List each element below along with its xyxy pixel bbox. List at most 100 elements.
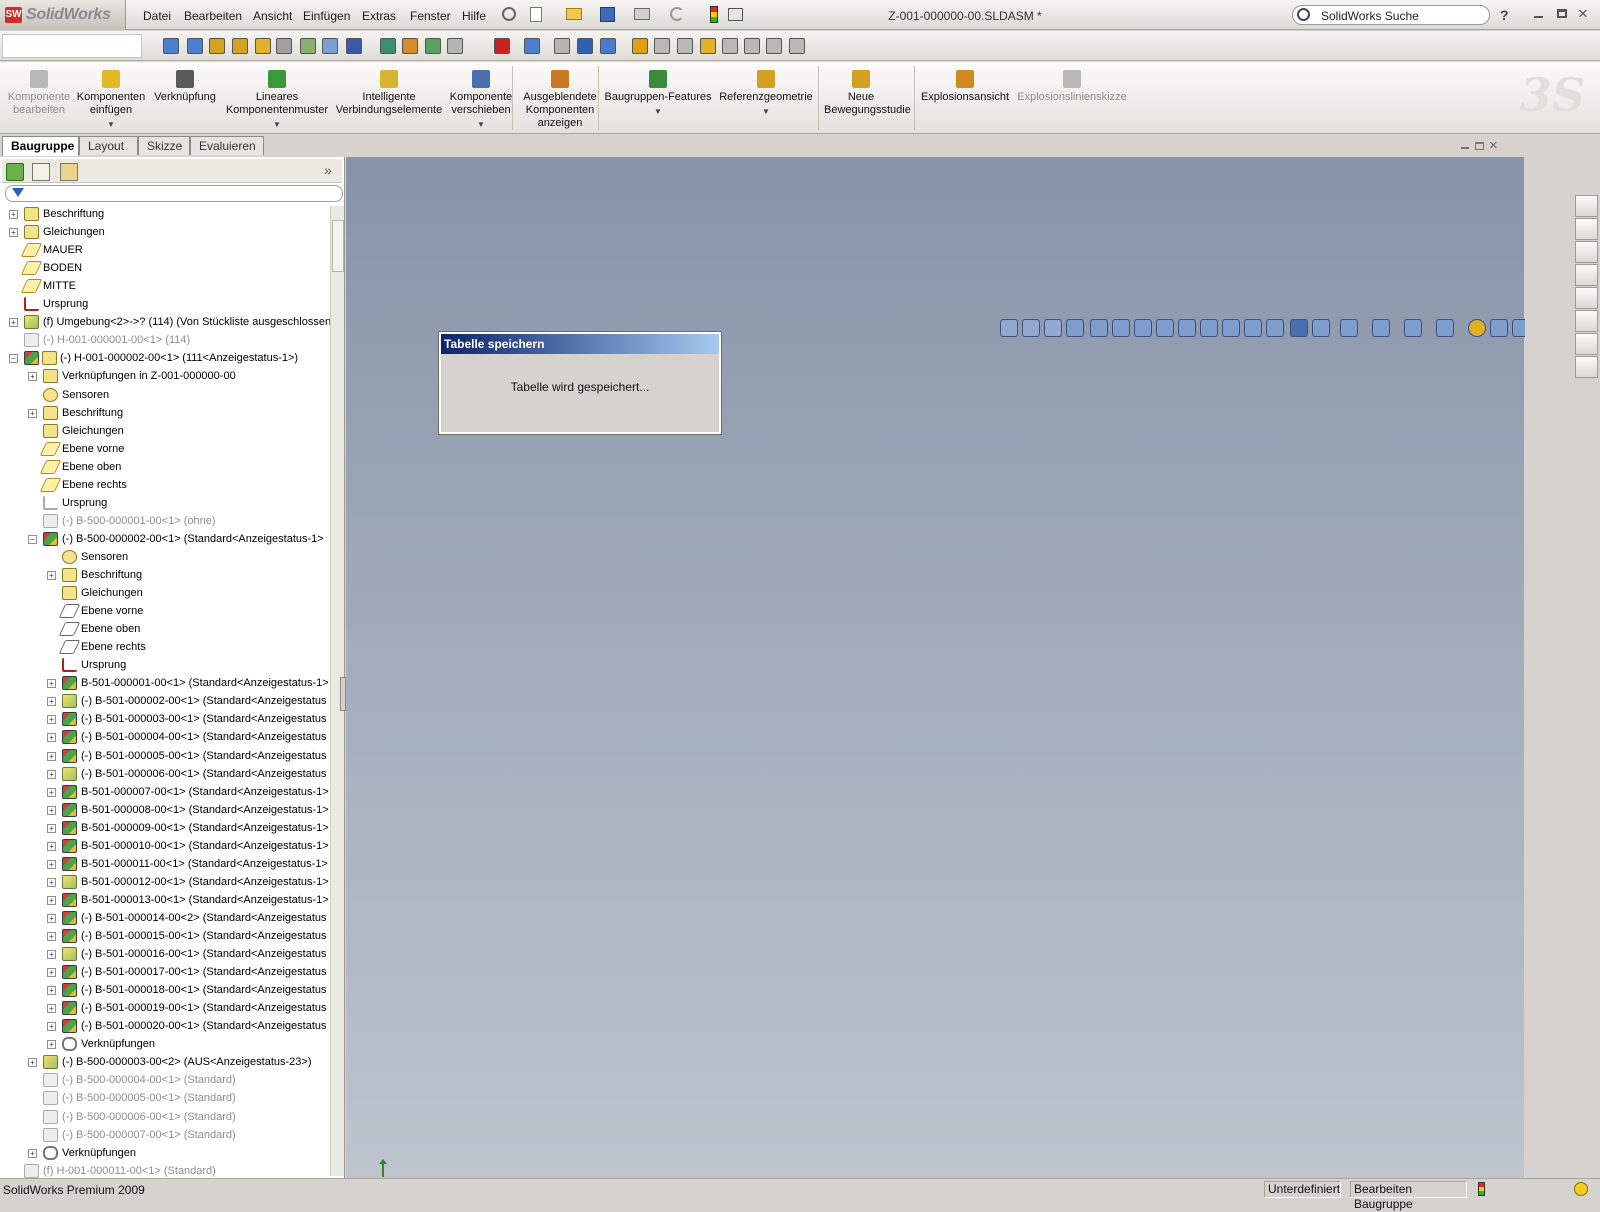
expand-icon[interactable]: + xyxy=(47,733,56,743)
tree-item[interactable]: + (f) Umgebung<2>->? (114) (Von Stücklist… xyxy=(0,313,330,331)
sketch-6-icon[interactable] xyxy=(766,38,782,54)
tree-item[interactable]: + Verknüpfungen in Z-001-000000-00 xyxy=(0,367,330,385)
view-palette-icon[interactable] xyxy=(1575,287,1598,309)
close-window-icon[interactable]: × xyxy=(1578,4,1588,24)
tree-item[interactable]: Gleichungen xyxy=(0,584,330,602)
tree-item[interactable]: Sensoren xyxy=(0,386,330,404)
appearances-icon[interactable] xyxy=(1575,310,1598,332)
expand-icon[interactable]: + xyxy=(47,932,56,941)
tree-item[interactable]: + B-501-000008-00<1> (Standard<Anzeigesta… xyxy=(0,801,330,819)
tree-item[interactable]: + B-501-000001-00<1> (Standard<Anzeigesta… xyxy=(0,674,330,692)
cm-move-component-button[interactable]: Komponente verschieben ▼ xyxy=(444,68,518,131)
expand-icon[interactable]: + xyxy=(47,1004,56,1014)
cm-mate-button[interactable]: Verknüpfung xyxy=(150,68,220,104)
display-style-icon[interactable] xyxy=(1340,319,1358,337)
expand-icon[interactable]: + xyxy=(47,715,56,725)
open-folder-icon[interactable] xyxy=(566,8,582,20)
expand-icon[interactable]: + xyxy=(9,228,18,238)
tree-item[interactable]: + (-) B-501-000005-00<1> (Standard<Anzeig… xyxy=(0,747,330,765)
tree-item[interactable]: + (-) B-501-000006-00<1> (Standard<Anzeig… xyxy=(0,765,330,783)
help-icon[interactable]: ? xyxy=(1500,7,1509,23)
sketch-3-icon[interactable] xyxy=(700,38,716,54)
tree-item[interactable]: + B-501-000011-00<1> (Standard<Anzeigesta… xyxy=(0,855,330,873)
expand-icon[interactable]: + xyxy=(47,571,56,580)
sketch-5-icon[interactable] xyxy=(744,38,760,54)
menu-einfügen[interactable]: Einfügen xyxy=(303,9,350,23)
book-icon[interactable] xyxy=(600,38,616,54)
tree-item[interactable]: + B-501-000013-00<1> (Standard<Anzeigesta… xyxy=(0,891,330,909)
menu-hilfe[interactable]: Hilfe xyxy=(462,9,486,23)
tree-item[interactable]: + (-) B-501-000019-00<1> (Standard<Anzeig… xyxy=(0,999,330,1017)
tree-item[interactable]: − (-) B-500-000002-00<1> (Standard<Anzeig… xyxy=(0,530,330,548)
previous-view-icon[interactable] xyxy=(1044,319,1062,337)
expand-icon[interactable]: + xyxy=(9,210,18,219)
expand-icon[interactable]: + xyxy=(47,895,56,905)
expand-icon[interactable]: + xyxy=(47,986,56,996)
menu-datei[interactable]: Datei xyxy=(143,9,171,23)
tree-item[interactable]: Ebene vorne xyxy=(0,602,330,620)
sphere-icon[interactable] xyxy=(632,38,648,54)
expand-icon[interactable]: + xyxy=(47,913,56,923)
menu-fenster[interactable]: Fenster xyxy=(410,9,451,23)
expand-icon[interactable]: + xyxy=(28,372,37,382)
tree-item[interactable]: + Beschriftung xyxy=(0,404,330,422)
print-icon[interactable] xyxy=(634,8,650,20)
documents-recovery-icon[interactable] xyxy=(1575,356,1598,378)
left-view-icon[interactable] xyxy=(1200,319,1218,337)
cm-motion-study-button[interactable]: Neue Bewegungsstudie xyxy=(824,68,911,117)
tree-item[interactable]: Ebene rechts xyxy=(0,476,330,494)
tree-item[interactable]: + (-) B-501-000002-00<1> (Standard<Anzeig… xyxy=(0,692,330,710)
expand-icon[interactable]: + xyxy=(47,950,56,960)
menu-ansicht[interactable]: Ansicht xyxy=(253,9,292,23)
rebuild-traffic-light-icon[interactable] xyxy=(710,6,718,23)
tree-item[interactable]: (-) B-500-000006-00<1> (Standard) xyxy=(0,1108,330,1126)
configuration-manager-icon[interactable] xyxy=(60,163,78,181)
edit-appearance-icon[interactable] xyxy=(1404,319,1422,337)
pan-icon[interactable] xyxy=(1090,319,1108,337)
feature-tree-icon[interactable] xyxy=(6,163,24,181)
tree-item[interactable]: Ebene rechts xyxy=(0,638,330,656)
dropdown-arrow-icon[interactable]: ▼ xyxy=(602,105,714,118)
expand-icon[interactable]: + xyxy=(28,408,37,418)
check-icon[interactable] xyxy=(255,38,271,54)
tab-layout[interactable]: Layout xyxy=(79,136,138,155)
tree-item[interactable]: + (-) B-501-000016-00<1> (Standard<Anzeig… xyxy=(0,945,330,963)
component-icon[interactable] xyxy=(425,38,441,54)
expand-icon[interactable]: + xyxy=(47,877,56,887)
red-square-icon[interactable] xyxy=(494,38,510,54)
shadows-icon[interactable] xyxy=(1490,319,1508,337)
dropdown-arrow-icon[interactable]: ▼ xyxy=(222,118,332,131)
scrollbar-thumb[interactable] xyxy=(332,220,344,272)
save-table-dialog[interactable]: Tabelle speichern Tabelle wird gespeiche… xyxy=(438,331,722,435)
tree-item[interactable]: Ebene oben xyxy=(0,620,330,638)
collapse-icon[interactable]: − xyxy=(9,354,18,364)
expand-icon[interactable]: + xyxy=(47,679,56,689)
tree-item[interactable]: (-) B-500-000007-00<1> (Standard) xyxy=(0,1126,330,1144)
options-icon[interactable] xyxy=(728,8,743,21)
spell-check-icon[interactable] xyxy=(163,38,179,54)
interference-icon[interactable] xyxy=(300,38,316,54)
clearance-icon[interactable] xyxy=(322,38,338,54)
zoom-to-fit-icon[interactable] xyxy=(1000,319,1018,337)
tree-item[interactable]: Ursprung xyxy=(0,295,330,313)
cm-show-hidden-button[interactable]: Ausgeblendete Komponenten anzeigen xyxy=(518,68,602,130)
viewport-restore-icon[interactable] xyxy=(1475,142,1484,150)
table-icon[interactable] xyxy=(380,38,396,54)
tree-item[interactable]: Ebene oben xyxy=(0,458,330,476)
sketch-2-icon[interactable] xyxy=(677,38,693,54)
expand-icon[interactable]: + xyxy=(47,697,56,707)
expand-icon[interactable]: + xyxy=(47,823,56,833)
save-icon[interactable] xyxy=(600,7,615,22)
tree-item[interactable]: + Beschriftung xyxy=(0,205,330,223)
tree-item[interactable]: + (-) B-501-000015-00<1> (Standard<Anzeig… xyxy=(0,927,330,945)
expand-icon[interactable]: + xyxy=(47,859,56,869)
status-quick-tips-icon[interactable] xyxy=(1574,1182,1588,1196)
restore-icon[interactable] xyxy=(1557,9,1567,18)
hide-show-icon[interactable] xyxy=(1372,319,1390,337)
view-orientation-icon[interactable] xyxy=(1312,319,1330,337)
expand-icon[interactable]: + xyxy=(47,1022,56,1032)
expand-icon[interactable]: + xyxy=(9,318,18,328)
expand-icon[interactable]: + xyxy=(47,751,56,761)
tree-item[interactable]: + B-501-000010-00<1> (Standard<Anzeigesta… xyxy=(0,837,330,855)
cm-edit-component-button[interactable]: Komponente bearbeiten xyxy=(4,68,74,117)
